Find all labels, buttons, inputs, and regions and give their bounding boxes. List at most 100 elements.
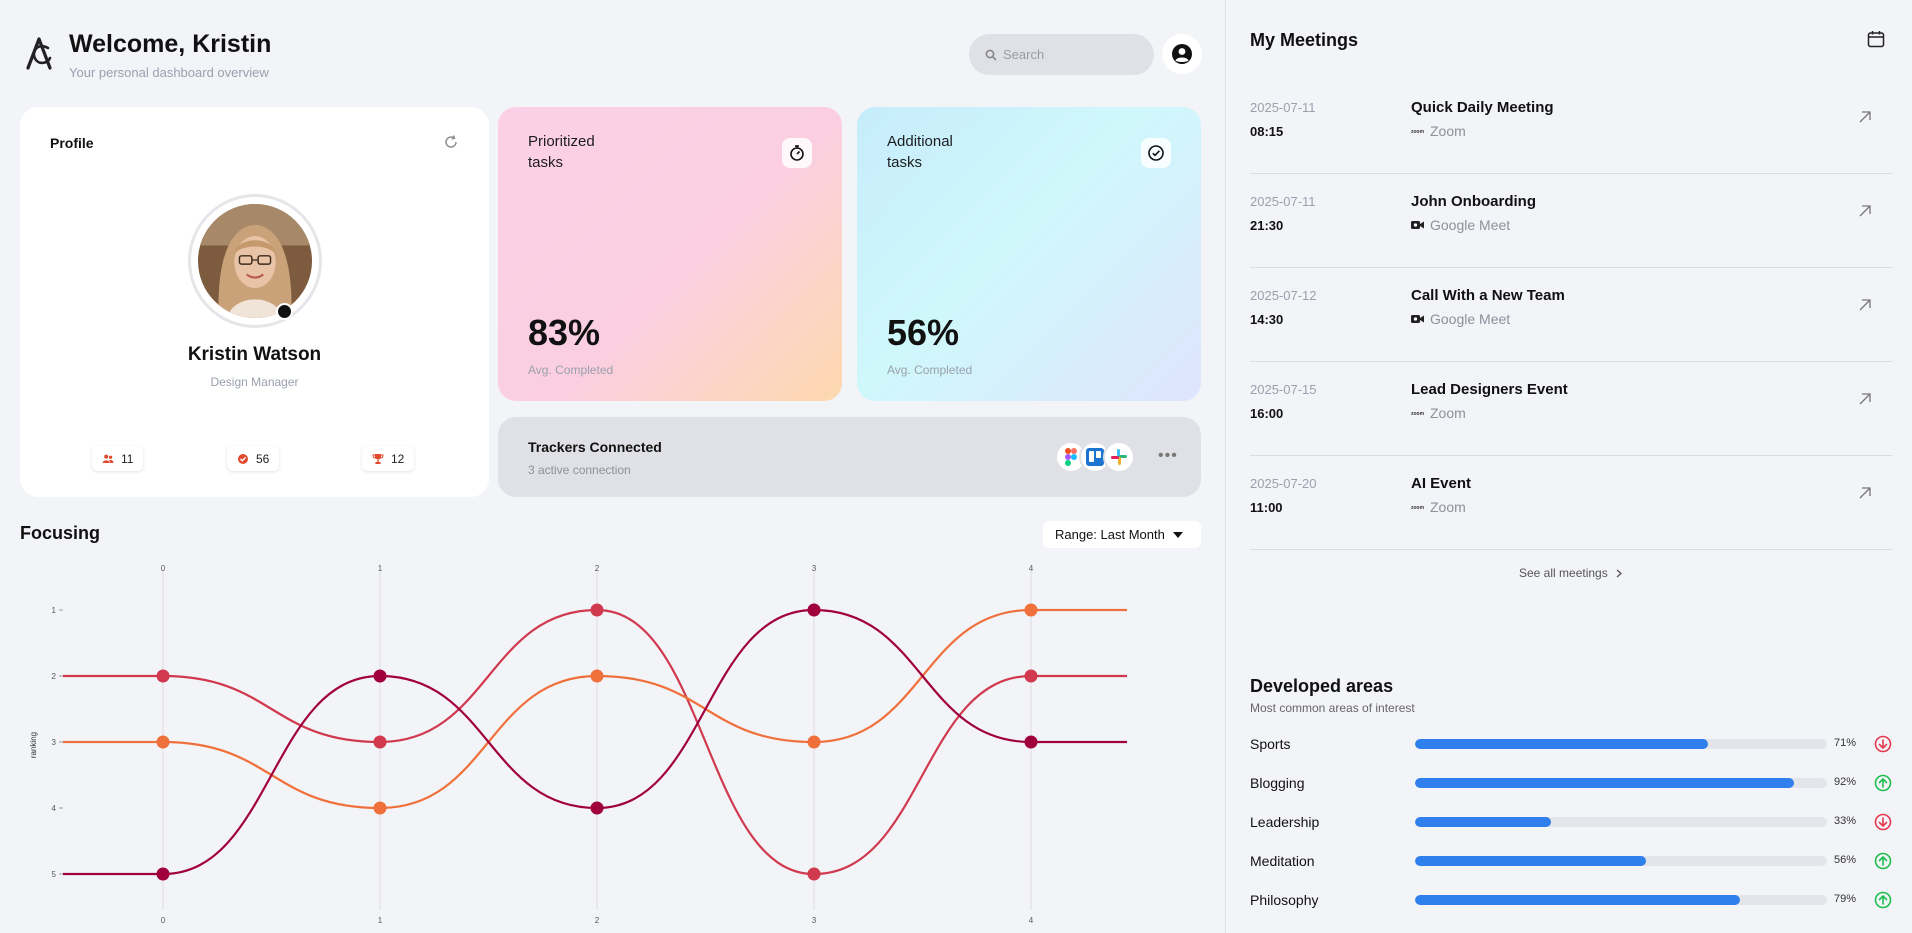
- chevron-right-icon: [1616, 569, 1622, 577]
- svg-text:zoom: zoom: [1411, 505, 1424, 511]
- meeting-name: Call With a New Team: [1411, 287, 1565, 304]
- online-status-dot: [276, 303, 293, 320]
- meeting-row[interactable]: 2025-07-20 11:00 AI Event zoom Zoom: [1250, 456, 1892, 550]
- meeting-date: 2025-07-11: [1250, 100, 1316, 115]
- prioritized-tasks-card[interactable]: Prioritized tasks 83% Avg. Completed: [498, 107, 842, 401]
- area-row: Leadership 33%: [1250, 812, 1900, 832]
- y-tick-label: 1: [52, 606, 57, 615]
- stat-goals[interactable]: 56: [227, 446, 280, 471]
- profile-title: Profile: [50, 135, 94, 151]
- data-point: [1024, 735, 1038, 749]
- svg-text:zoom: zoom: [1411, 411, 1424, 417]
- range-dropdown[interactable]: Range: Last Month: [1043, 521, 1201, 548]
- focusing-bump-chart: 0 0 1 1 2 2 3 3 4 4 1 2 3 4 5 ranking: [29, 564, 1127, 925]
- area-progress-fill: [1415, 817, 1551, 827]
- x-tick-label-bottom: 4: [1029, 916, 1034, 925]
- search-icon: [985, 49, 997, 61]
- area-percent: 92%: [1834, 776, 1857, 788]
- meeting-row[interactable]: 2025-07-12 14:30 Call With a New Team Googl…: [1250, 268, 1892, 362]
- area-progress-bar: [1415, 817, 1827, 827]
- meeting-name: John Onboarding: [1411, 193, 1536, 210]
- search-box[interactable]: [969, 34, 1154, 75]
- data-point: [156, 735, 170, 749]
- see-all-meetings-link[interactable]: See all meetings: [1519, 566, 1622, 580]
- meeting-date: 2025-07-12: [1250, 288, 1317, 303]
- profile-role: Design Manager: [210, 375, 299, 389]
- area-progress-bar: [1415, 856, 1827, 866]
- meeting-platform: Google Meet: [1411, 311, 1510, 327]
- area-percent: 56%: [1834, 854, 1857, 866]
- trend-down-icon: [1874, 813, 1892, 831]
- area-percent: 79%: [1834, 893, 1857, 905]
- y-tick-label: 2: [52, 672, 57, 681]
- user-account-button[interactable]: [1162, 34, 1202, 74]
- welcome-title: Welcome, Kristin: [69, 30, 272, 58]
- meeting-row[interactable]: 2025-07-11 08:15 Quick Daily Meeting zoom Zo…: [1250, 80, 1892, 174]
- video-camera-icon: [1411, 221, 1424, 229]
- calendar-icon[interactable]: [1867, 30, 1885, 48]
- x-tick-label-top: 2: [595, 564, 600, 573]
- area-progress-fill: [1415, 895, 1741, 905]
- welcome-subtitle: Your personal dashboard overview: [69, 65, 269, 80]
- area-row: Philosophy 79%: [1250, 890, 1900, 910]
- y-tick-label: 5: [52, 870, 57, 879]
- area-progress-fill: [1415, 856, 1646, 866]
- panel-divider: [1225, 0, 1226, 933]
- caret-down-icon: [1172, 531, 1183, 538]
- user-circle-icon: [1172, 44, 1192, 64]
- meeting-platform-label: Zoom: [1430, 499, 1466, 515]
- stat-connections[interactable]: 11: [92, 446, 144, 471]
- area-percent: 33%: [1834, 815, 1857, 827]
- arrow-up-right-icon[interactable]: [1858, 392, 1872, 406]
- stat-value: 56: [256, 451, 270, 466]
- data-point: [807, 735, 821, 749]
- avatar: [188, 194, 322, 328]
- task-subtitle: Avg. Completed: [887, 363, 973, 377]
- meeting-platform-label: Google Meet: [1430, 217, 1511, 233]
- range-label: Range: Last Month: [1055, 527, 1165, 542]
- trackers-card[interactable]: Trackers Connected 3 active connection •…: [498, 417, 1201, 497]
- task-subtitle: Avg. Completed: [528, 363, 614, 377]
- area-progress-fill: [1415, 739, 1708, 749]
- meeting-time: 08:15: [1250, 124, 1284, 139]
- y-axis-label: ranking: [29, 732, 38, 758]
- arrow-up-right-icon[interactable]: [1858, 486, 1872, 500]
- profile-name: Kristin Watson: [187, 344, 322, 365]
- stat-value: 11: [121, 451, 134, 466]
- stopwatch-icon: [782, 138, 812, 168]
- series-line: [63, 608, 1127, 876]
- data-point: [1024, 603, 1038, 617]
- area-name: Meditation: [1250, 853, 1315, 869]
- target-icon: [238, 453, 248, 464]
- data-point: [590, 801, 604, 815]
- data-point: [156, 867, 170, 881]
- arrow-up-right-icon[interactable]: [1858, 110, 1872, 124]
- arrow-up-right-icon[interactable]: [1858, 298, 1872, 312]
- users-icon: [102, 454, 114, 463]
- area-row: Meditation 56%: [1250, 851, 1900, 871]
- refresh-icon[interactable]: [443, 134, 459, 150]
- x-tick-label-top: 1: [378, 564, 383, 573]
- slack-icon[interactable]: [1103, 441, 1135, 473]
- series-line: [63, 608, 1127, 876]
- additional-tasks-card[interactable]: Additional tasks 56% Avg. Completed: [857, 107, 1201, 401]
- meeting-row[interactable]: 2025-07-15 16:00 Lead Designers Event zoom Z…: [1250, 362, 1892, 456]
- developed-areas-subtitle: Most common areas of interest: [1250, 701, 1415, 715]
- data-point: [807, 867, 821, 881]
- area-row: Sports 71%: [1250, 734, 1900, 754]
- data-point: [1024, 669, 1038, 683]
- series-line: [63, 608, 1127, 810]
- more-options-icon[interactable]: •••: [1158, 447, 1178, 465]
- area-row: Blogging 92%: [1250, 773, 1900, 793]
- x-tick-label-top: 4: [1029, 564, 1034, 573]
- meeting-name: AI Event: [1411, 475, 1472, 492]
- y-tick-label: 4: [52, 804, 57, 813]
- area-percent: 71%: [1834, 737, 1857, 749]
- meeting-row[interactable]: 2025-07-11 21:30 John Onboarding Google Mee…: [1250, 174, 1892, 268]
- stat-awards[interactable]: 12: [362, 446, 415, 471]
- search-input[interactable]: [1003, 47, 1143, 62]
- meeting-date: 2025-07-20: [1250, 476, 1317, 491]
- task-label: Additional tasks: [887, 133, 953, 171]
- trackers-subtitle: 3 active connection: [528, 463, 631, 477]
- arrow-up-right-icon[interactable]: [1858, 204, 1872, 218]
